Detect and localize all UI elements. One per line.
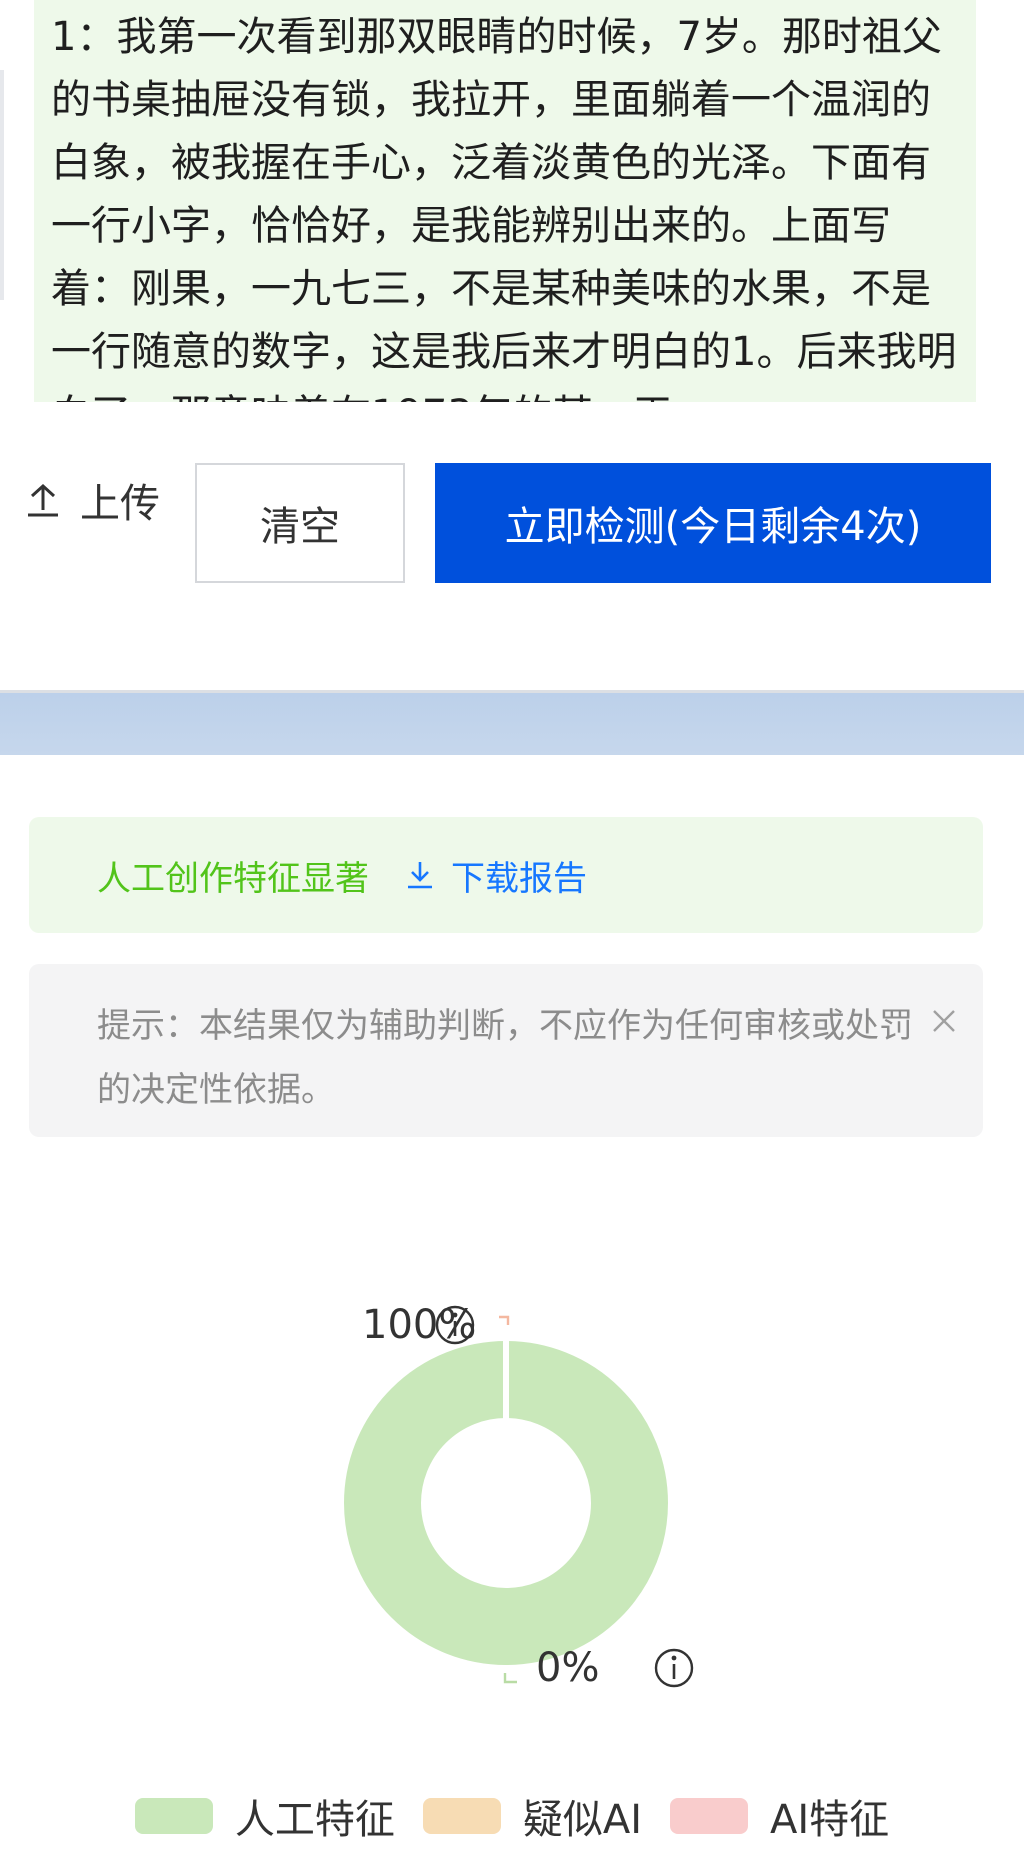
download-icon xyxy=(405,860,451,890)
donut-data-label: 0% xyxy=(536,1645,599,1690)
download-report-link[interactable]: 下载报告 xyxy=(405,851,587,900)
download-report-label: 下载报告 xyxy=(451,858,587,899)
result-chart: 100% 0% xyxy=(0,1270,1024,1690)
legend-label: AI特征 xyxy=(770,1797,890,1843)
result-status: 人工创作特征显著 xyxy=(97,858,369,899)
text-input-area[interactable]: 1：我第一次看到那双眼睛的时候，7岁。那时祖父的书桌抽屉没有锁，我拉开，里面躺着… xyxy=(34,0,976,402)
legend-item-2[interactable]: AI特征 xyxy=(670,1787,889,1845)
legend-label: 疑似AI xyxy=(522,1797,642,1843)
section-divider-band xyxy=(0,693,1024,755)
legend-swatch xyxy=(670,1798,748,1834)
legend-label: 人工特征 xyxy=(234,1797,395,1843)
info-icon[interactable] xyxy=(654,1648,694,1688)
legend-item-0[interactable]: 人工特征 xyxy=(134,1787,395,1845)
article-text[interactable]: 1：我第一次看到那双眼睛的时候，7岁。那时祖父的书桌抽屉没有锁，我拉开，里面躺着… xyxy=(34,0,976,402)
result-banner: 人工创作特征显著 下载报告 xyxy=(29,817,983,933)
legend-swatch xyxy=(422,1798,501,1834)
chart-legend: 人工特征 疑似AI AI特征 xyxy=(0,1786,1024,1846)
disclaimer-text: 提示：本结果仅为辅助判断，不应作为任何审核或处罚的决定性依据。 xyxy=(97,1006,913,1110)
clear-button[interactable]: 清空 xyxy=(195,463,405,583)
close-icon[interactable] xyxy=(929,1006,959,1036)
detection-page: 1：我第一次看到那双眼睛的时候，7岁。那时祖父的书桌抽屉没有锁，我拉开，里面躺着… xyxy=(0,0,1024,1861)
detect-button[interactable]: 立即检测(今日剩余4次) xyxy=(435,463,991,583)
disclaimer-notice: 提示：本结果仅为辅助判断，不应作为任何审核或处罚的决定性依据。 xyxy=(29,964,983,1137)
legend-swatch xyxy=(134,1798,213,1834)
label-leader-line xyxy=(503,1673,517,1684)
upload-icon xyxy=(26,482,60,518)
donut-chart-svg: 100% 0% xyxy=(344,1302,694,1690)
upload-button[interactable]: 上传 xyxy=(26,470,160,530)
donut-data-label: 100% xyxy=(362,1302,476,1348)
left-edge-shadow xyxy=(0,70,4,300)
upload-label: 上传 xyxy=(80,481,160,527)
label-leader-line xyxy=(499,1315,510,1325)
legend-item-1[interactable]: 疑似AI xyxy=(422,1787,642,1845)
